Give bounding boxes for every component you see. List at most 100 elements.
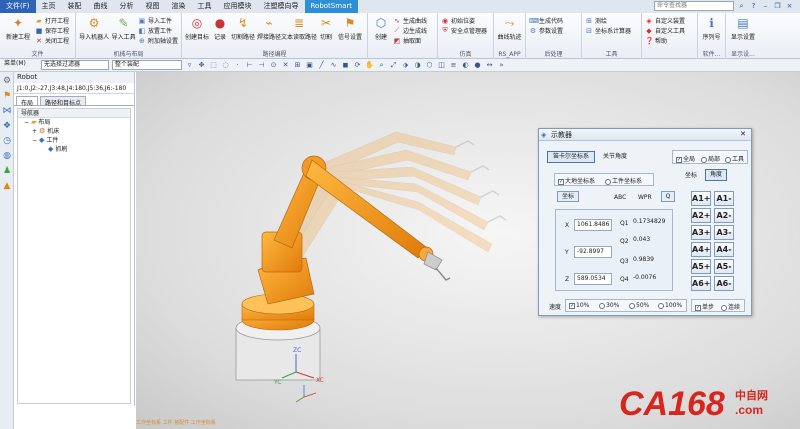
custom-tool-button[interactable]: ◆ 自定义工具 <box>645 26 685 36</box>
help-button[interactable]: ❓ 帮助 <box>645 36 685 46</box>
assembly-scope-select[interactable]: 整个装配 <box>112 60 182 70</box>
speed-100-radio[interactable]: 100% <box>658 302 682 309</box>
frame-calc-button[interactable]: ⊟ 坐标系计算器 <box>585 26 631 36</box>
assembly-nav-icon[interactable]: ⚑ <box>1 90 13 102</box>
midpoint-icon[interactable]: ⊣ <box>257 61 266 70</box>
select-icon[interactable]: ⬚ <box>209 61 218 70</box>
collapse-icon[interactable]: − <box>24 118 29 127</box>
search-icon[interactable]: ⌕ <box>737 2 746 11</box>
header-wpr[interactable]: WPR <box>638 194 652 201</box>
a2-plus-button[interactable]: A2+ <box>691 208 711 223</box>
menu-curve[interactable]: 曲线 <box>88 0 114 13</box>
edge-select-icon[interactable]: ╱ <box>317 61 326 70</box>
menu-file[interactable]: 文件(F) <box>0 0 36 13</box>
create-button[interactable]: ⬡ 创建 <box>371 15 391 59</box>
menu-view[interactable]: 视图 <box>140 0 166 13</box>
history-icon[interactable]: ◷ <box>1 135 13 147</box>
coord-y-value[interactable]: -92.8997 <box>574 246 612 258</box>
expand-icon[interactable]: + <box>32 127 37 136</box>
measure-button[interactable]: ⊞ 测绘 <box>585 16 631 26</box>
place-workpiece-button[interactable]: ◧ 放置工件 <box>138 26 178 36</box>
grid-icon[interactable]: ⊞ <box>293 61 302 70</box>
step-single-radio[interactable]: ✓ 单步 <box>695 302 714 311</box>
safe-point-button[interactable]: ⛨ 安全点管理器 <box>441 26 487 35</box>
a4-minus-button[interactable]: A4- <box>714 242 734 257</box>
intersect-icon[interactable]: ✕ <box>281 61 290 70</box>
frame-world-radio[interactable]: ✓ 大地坐标系 <box>558 176 595 185</box>
dialog-close-icon[interactable]: ✕ <box>738 130 748 139</box>
settings-icon[interactable]: ⚙ <box>1 75 13 87</box>
curve-select-icon[interactable]: ∿ <box>329 61 338 70</box>
menu-applications[interactable]: 应用模块 <box>218 0 258 13</box>
a4-plus-button[interactable]: A4+ <box>691 242 711 257</box>
speed-10-radio[interactable]: ✓ 10% <box>569 302 589 309</box>
wireframe-icon[interactable]: ⬡ <box>425 61 434 70</box>
tree-node-machine[interactable]: + ⚙ 机床 <box>18 127 130 136</box>
color-icon[interactable]: ● <box>473 61 482 70</box>
measure-tb-icon[interactable]: ↔ <box>485 61 494 70</box>
close-project-button[interactable]: ✕ 关闭工程 <box>35 36 69 46</box>
step-continuous-radio[interactable]: 连续 <box>721 302 740 311</box>
a1-minus-button[interactable]: A1- <box>714 191 734 206</box>
minimize-icon[interactable]: – <box>761 2 770 11</box>
gen-code-button[interactable]: ⌨ 生成代码 <box>529 16 563 26</box>
menu-home[interactable]: 主页 <box>36 0 62 13</box>
coord-x-value[interactable]: 1061.8486 <box>574 219 612 231</box>
edge-line-button[interactable]: ⟋ 边生成线 <box>393 26 427 35</box>
menu-analysis[interactable]: 分析 <box>114 0 140 13</box>
menu-dropdown[interactable]: 菜单(M) <box>2 60 38 70</box>
menu-assembly[interactable]: 装配 <box>62 0 88 13</box>
frame-workpiece-radio[interactable]: 工件坐标系 <box>605 176 642 185</box>
speed-30-radio[interactable]: 30% <box>599 302 619 309</box>
a5-minus-button[interactable]: A5- <box>714 259 734 274</box>
initial-pose-button[interactable]: ◉ 初始位姿 <box>441 16 487 26</box>
header-abc[interactable]: ABC <box>614 194 626 201</box>
section-icon[interactable]: ◫ <box>437 61 446 70</box>
tab-layout[interactable]: 布局 <box>16 96 39 107</box>
coord-z-value[interactable]: 589.0534 <box>574 273 612 285</box>
lasso-icon[interactable]: ◌ <box>221 61 230 70</box>
more-icon[interactable]: » <box>497 61 506 70</box>
center-icon[interactable]: ⊙ <box>269 61 278 70</box>
layer-icon[interactable]: ≡ <box>449 61 458 70</box>
tree-node-layout[interactable]: − ▰ 布局 <box>18 118 130 127</box>
close-icon[interactable]: × <box>785 2 794 11</box>
endpoint-icon[interactable]: ⊢ <box>245 61 254 70</box>
command-search-input[interactable] <box>654 1 734 11</box>
restore-icon[interactable]: ❐ <box>773 2 782 11</box>
speed-50-radio[interactable]: 50% <box>629 302 649 309</box>
param-settings-button[interactable]: ⚙ 参数设置 <box>529 26 563 36</box>
body-select-icon[interactable]: ◼ <box>341 61 350 70</box>
zoom-icon[interactable]: ⌕ <box>377 61 386 70</box>
selection-filter-select[interactable]: 无选择过滤器 <box>41 60 109 70</box>
ref-local-radio[interactable]: 局部 <box>701 154 720 163</box>
save-project-button[interactable]: ■ 保存工程 <box>35 26 69 36</box>
point-icon[interactable]: · <box>233 61 242 70</box>
open-project-button[interactable]: ▰ 打开工程 <box>35 16 69 26</box>
import-workpiece-button[interactable]: ▣ 导入工件 <box>138 16 178 26</box>
robot-nav-icon[interactable]: ▲ <box>1 180 13 192</box>
a5-plus-button[interactable]: A5+ <box>691 259 711 274</box>
pan-icon[interactable]: ✋ <box>365 61 374 70</box>
a6-plus-button[interactable]: A6+ <box>691 276 711 291</box>
header-q[interactable]: Q <box>661 191 675 202</box>
view-orient-icon[interactable]: ⬗ <box>401 61 410 70</box>
gen-curve-button[interactable]: ∿ 生成曲线 <box>393 16 427 26</box>
constraint-icon[interactable]: ⋈ <box>1 105 13 117</box>
snap-icon[interactable]: ✥ <box>197 61 206 70</box>
rotate-icon[interactable]: ⟳ <box>353 61 362 70</box>
a3-plus-button[interactable]: A3+ <box>691 225 711 240</box>
tab-joint[interactable]: 关节角度 <box>603 152 627 162</box>
tab-cartesian[interactable]: 笛卡尔坐标系 <box>547 151 596 163</box>
aux-axis-button[interactable]: ⊕ 附加轴设置 <box>138 36 178 46</box>
tree-node-workpiece[interactable]: − ◆ 工件 <box>18 136 130 145</box>
collapse-icon[interactable]: − <box>32 136 37 145</box>
menu-tools[interactable]: 工具 <box>192 0 218 13</box>
roles-icon[interactable]: ♟ <box>1 165 13 177</box>
part-nav-icon[interactable]: ❖ <box>1 120 13 132</box>
tab-paths-targets[interactable]: 路径和目标点 <box>40 96 87 107</box>
ref-tool-radio[interactable]: 工具 <box>725 154 744 163</box>
help-icon[interactable]: ? <box>749 2 758 11</box>
custom-device-button[interactable]: ◈ 自定义装置 <box>645 16 685 26</box>
coord-button[interactable]: 坐标 <box>557 191 579 202</box>
